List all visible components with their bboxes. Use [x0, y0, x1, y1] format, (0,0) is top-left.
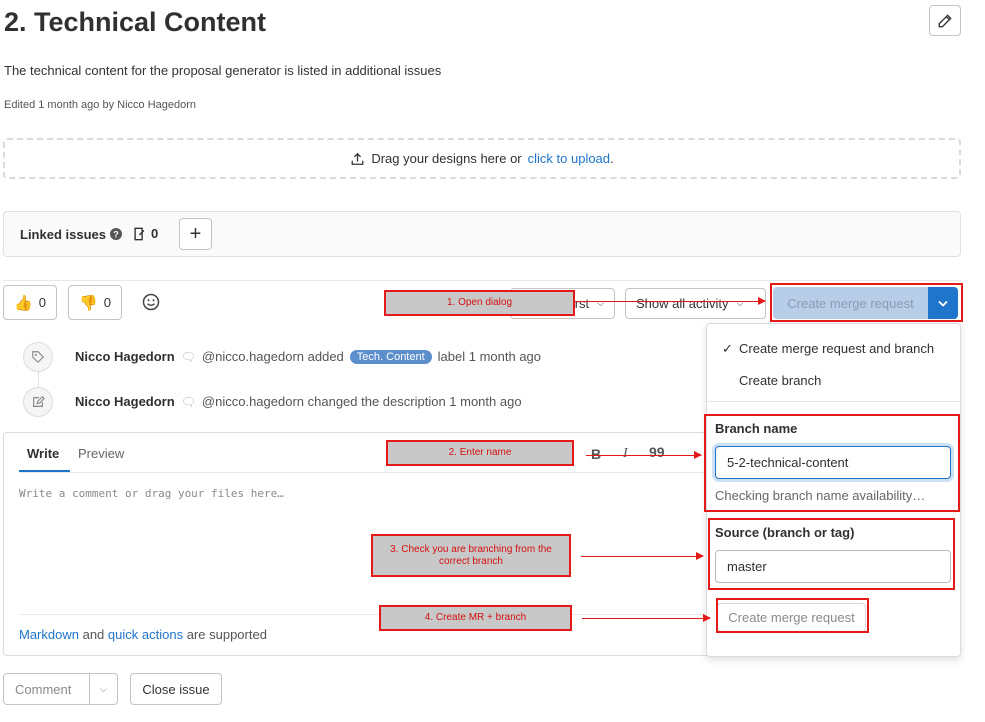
checkmark-icon: ✓ [722, 341, 733, 356]
activity-item: Nicco Hagedorn 🗨 @nicco.hagedorn changed… [75, 394, 522, 409]
issues-icon [134, 227, 145, 240]
design-dropzone[interactable]: Drag your designs here or click to uploa… [3, 138, 961, 179]
page-title: 2. Technical Content [4, 7, 267, 37]
italic-button[interactable]: I [623, 446, 628, 462]
thumbs-down-icon: 👎 [79, 294, 98, 312]
issue-description: The technical content for the proposal g… [4, 63, 442, 78]
help-icon[interactable]: ? [109, 228, 122, 240]
comment-placeholder[interactable]: Write a comment or drag your files here… [19, 487, 284, 500]
comment-bubble-icon: 🗨 [180, 394, 196, 409]
activity-text: @nicco.hagedorn changed the description … [201, 394, 522, 409]
annotation-arrow [582, 614, 711, 622]
dropzone-text: Drag your designs here or [371, 151, 522, 166]
dropdown-divider [707, 401, 960, 402]
thumbs-up-button[interactable]: 👍 0 [3, 285, 57, 320]
editor-footer-divider [19, 614, 705, 615]
linked-issues-count: 0 [133, 226, 158, 241]
editor-tab-divider [19, 472, 705, 473]
comment-editor [3, 432, 718, 656]
edited-info: Edited 1 month ago by Nicco Hagedorn [4, 99, 197, 111]
bold-button[interactable]: B [591, 446, 601, 462]
annotation-highlight [716, 598, 869, 633]
activity-filter-label: Show all activity [636, 296, 729, 311]
plus-icon: + [189, 222, 202, 245]
activity-author[interactable]: Nicco Hagedorn [75, 349, 175, 364]
annotation-highlight [704, 414, 960, 512]
divider [3, 280, 961, 281]
thumbs-up-count: 0 [38, 295, 46, 310]
comment-split-button[interactable]: Comment ⌵ [3, 673, 118, 705]
thumbs-down-button[interactable]: 👎 0 [68, 285, 122, 320]
linked-count-value: 0 [151, 226, 159, 241]
option-create-mr-and-branch[interactable]: Create merge request and branch [739, 341, 934, 356]
linked-issues-label: Linked issues [20, 227, 106, 242]
chevron-down-icon: ⌵ [597, 298, 604, 308]
sort-label: rst [574, 296, 590, 311]
markdown-link[interactable]: Markdown [19, 627, 79, 642]
annotation-arrow [581, 552, 704, 560]
annotation-step1: 1. Open dialog [384, 290, 575, 316]
add-linked-issue-button[interactable]: + [179, 218, 212, 250]
label-badge[interactable]: Tech. Content [349, 349, 432, 364]
label-icon [23, 342, 53, 372]
smiley-icon [142, 293, 160, 311]
editor-footer: Markdown and quick actions are supported [19, 627, 267, 642]
footer-and: and [82, 627, 105, 642]
annotation-step4: 4. Create MR + branch [379, 605, 572, 631]
thumbs-down-count: 0 [103, 295, 111, 310]
chevron-down-icon[interactable]: ⌵ [90, 684, 117, 695]
comment-bubble-icon: 🗨 [180, 349, 196, 364]
activity-text: @nicco.hagedorn added [201, 349, 344, 364]
quote-button[interactable]: 99 [649, 444, 665, 460]
annotation-highlight [708, 518, 955, 590]
edit-history-icon [23, 387, 53, 417]
activity-item: Nicco Hagedorn 🗨 @nicco.hagedorn added T… [75, 349, 541, 364]
annotation-arrow [575, 297, 766, 305]
activity-author[interactable]: Nicco Hagedorn [75, 394, 175, 409]
chevron-down-icon: ⌵ [736, 298, 744, 308]
timeline-line [38, 372, 39, 388]
add-reaction-button[interactable] [142, 293, 160, 316]
activity-filter-dropdown[interactable]: Show all activity ⌵ [625, 288, 766, 319]
edit-button[interactable] [929, 5, 961, 36]
dropzone-suffix: . [610, 151, 614, 166]
annotation-step2: 2. Enter name [386, 440, 574, 466]
close-issue-button[interactable]: Close issue [130, 673, 222, 705]
upload-link[interactable]: click to upload [528, 151, 610, 166]
thumbs-up-icon: 👍 [14, 294, 33, 312]
activity-suffix: label 1 month ago [437, 349, 542, 364]
tab-write[interactable]: Write [27, 446, 59, 461]
footer-suffix: are supported [186, 627, 267, 642]
svg-text:?: ? [113, 230, 119, 240]
pencil-icon [938, 13, 952, 27]
upload-icon [351, 152, 364, 165]
linked-issues-panel: Linked issues ? 0 + [3, 211, 961, 257]
annotation-arrow [586, 451, 702, 459]
comment-button[interactable]: Comment [4, 682, 89, 697]
annotation-highlight [770, 283, 963, 322]
annotation-step3: 3. Check you are branching from the corr… [371, 534, 571, 577]
quick-actions-link[interactable]: quick actions [108, 627, 183, 642]
linked-issues-heading: Linked issues ? [20, 227, 122, 242]
tab-preview[interactable]: Preview [78, 446, 124, 461]
option-create-branch[interactable]: Create branch [739, 373, 821, 388]
